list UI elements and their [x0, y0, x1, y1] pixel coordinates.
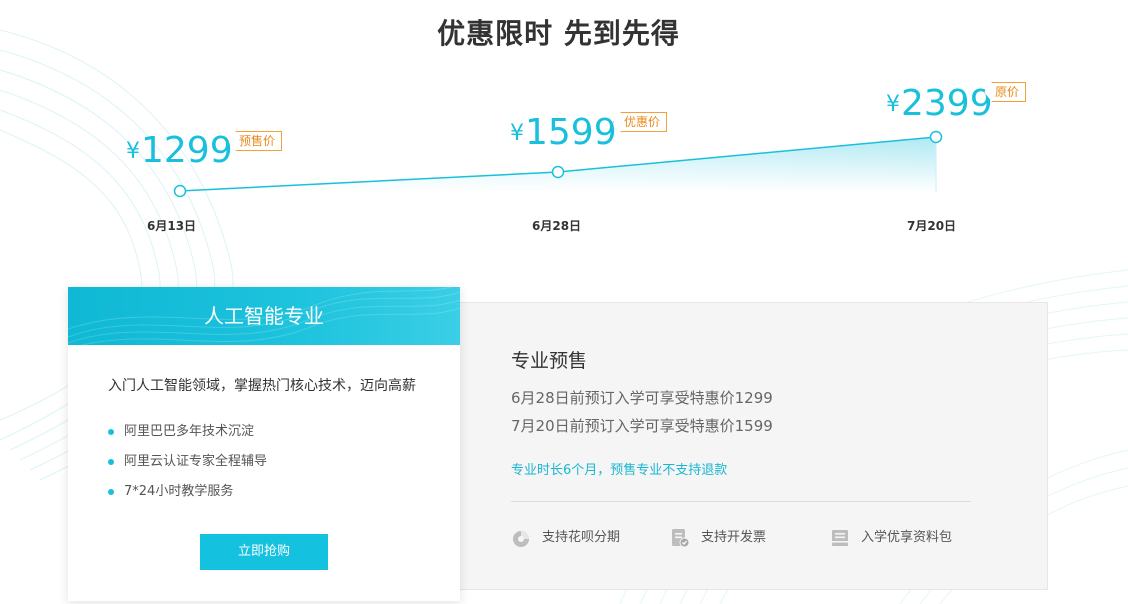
- price-tag-2: 优惠价: [613, 112, 668, 132]
- price-tag-1: 预售价: [228, 131, 283, 151]
- document-pack-icon: [832, 530, 848, 546]
- perk-label: 支持开发票: [701, 530, 767, 545]
- presale-title: 专业预售: [511, 350, 588, 372]
- course-description: 入门人工智能领域，掌握热门核心技术，迈向高薪: [108, 378, 416, 394]
- presale-note: 专业时长6个月，预售专业不支持退款: [511, 463, 728, 478]
- date-label-3: 7月20日: [907, 219, 957, 233]
- list-item: 阿里巴巴多年技术沉淀: [108, 417, 460, 447]
- price-label-2: ¥1599: [510, 112, 617, 153]
- course-card: 人工智能专业 入门人工智能领域，掌握热门核心技术，迈向高薪 阿里巴巴多年技术沉淀…: [68, 287, 460, 601]
- perk-label: 入学优享资料包: [861, 530, 953, 545]
- course-feature-list: 阿里巴巴多年技术沉淀 阿里云认证专家全程辅导 7*24小时教学服务: [108, 417, 460, 507]
- list-item: 7*24小时教学服务: [108, 477, 460, 507]
- course-title: 人工智能专业: [204, 304, 324, 328]
- price-label-1: ¥1299: [126, 130, 233, 171]
- huabei-icon: [513, 531, 529, 547]
- presale-line: 6月28日前预订入学可享受特惠价1299: [511, 389, 773, 407]
- presale-line: 7月20日前预订入学可享受特惠价1599: [511, 417, 773, 435]
- price-value: 1299: [141, 130, 233, 171]
- buy-now-button[interactable]: 立即抢购: [200, 534, 328, 570]
- presale-info-panel: 专业预售 6月28日前预订入学可享受特惠价1299 7月20日前预订入学可享受特…: [460, 302, 1048, 590]
- invoice-icon: [672, 529, 690, 548]
- divider: [511, 501, 971, 502]
- price-label-3: ¥2399: [886, 83, 993, 124]
- price-point-1: [173, 184, 187, 198]
- price-tag-3: 原价: [984, 82, 1027, 102]
- perk-label: 支持花呗分期: [542, 530, 621, 545]
- currency-symbol: ¥: [510, 121, 524, 146]
- currency-symbol: ¥: [886, 92, 900, 117]
- list-item: 阿里云认证专家全程辅导: [108, 447, 460, 477]
- currency-symbol: ¥: [126, 139, 140, 164]
- course-card-header: 人工智能专业: [68, 287, 460, 345]
- price-point-2: [551, 165, 565, 179]
- date-label-2: 6月28日: [532, 219, 582, 233]
- price-point-3: [929, 130, 943, 144]
- date-label-1: 6月13日: [147, 219, 197, 233]
- price-value: 2399: [901, 83, 993, 124]
- price-value: 1599: [525, 112, 617, 153]
